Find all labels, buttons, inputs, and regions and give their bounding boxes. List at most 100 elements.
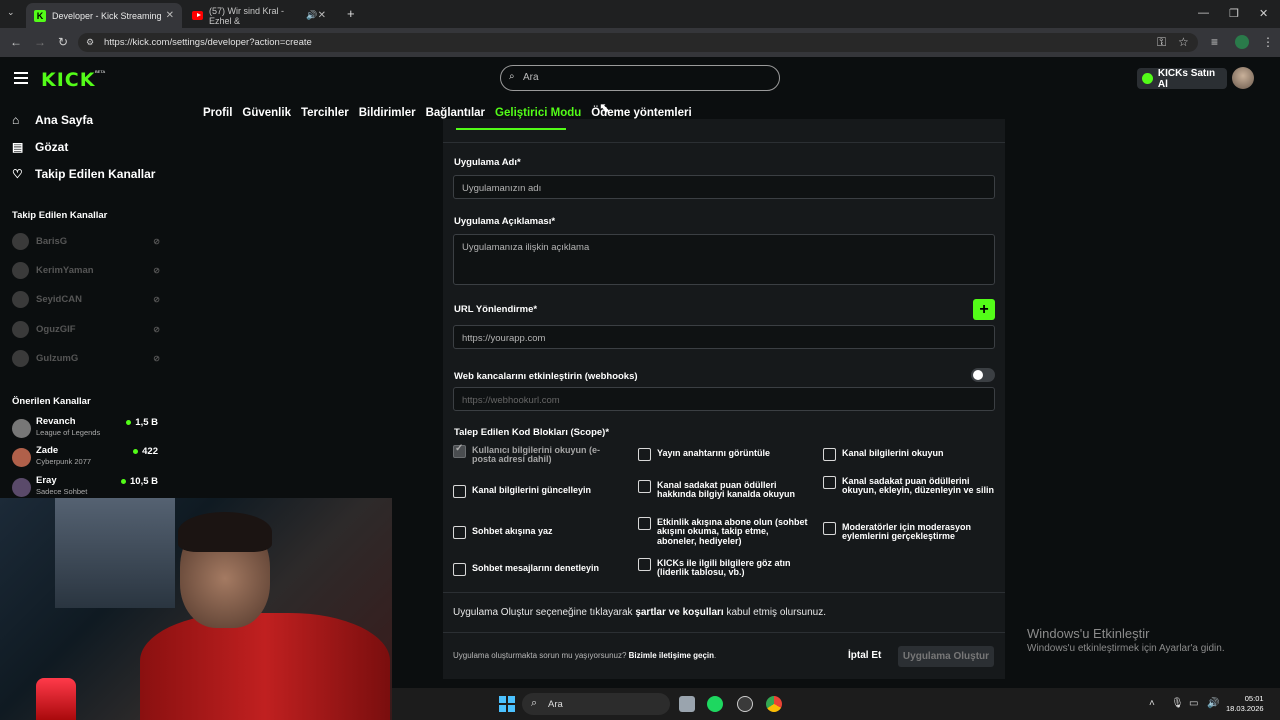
scope-checkbox[interactable]: [638, 448, 651, 461]
buy-kicks-button[interactable]: KICKs Satın Al: [1137, 67, 1227, 90]
menu-kebab-icon[interactable]: ⋮: [1262, 35, 1274, 49]
scope-checkbox[interactable]: [638, 480, 651, 493]
scope-checkbox[interactable]: [453, 444, 466, 458]
viewer-count: 1,5 B: [126, 417, 158, 428]
channel-name: Revanch: [36, 416, 76, 427]
scope-channel-read[interactable]: Kanal bilgilerini okuyun: [823, 448, 995, 461]
add-redirect-url-button[interactable]: +: [973, 299, 995, 320]
key-icon[interactable]: ⚿: [1157, 35, 1166, 50]
tab-connections[interactable]: Bağlantılar: [426, 107, 485, 119]
scope-checkbox[interactable]: [453, 526, 466, 539]
channel-name: Eray: [36, 475, 57, 486]
scope-stream-key[interactable]: Yayın anahtarını görüntüle: [638, 448, 808, 461]
search-placeholder: Ara: [523, 72, 539, 83]
volume-icon[interactable]: 🔊: [1207, 698, 1219, 709]
redirect-url-input[interactable]: https://yourapp.com: [453, 325, 995, 349]
channel-avatar: [12, 448, 31, 467]
recommended-channel[interactable]: Revanch League of Legends 1,5 B: [12, 416, 160, 442]
buy-kicks-label: KICKs Satın Al: [1157, 67, 1216, 90]
scope-checkbox[interactable]: [823, 476, 836, 489]
windows-start-icon[interactable]: [499, 696, 515, 712]
taskbar-clock[interactable]: 05:01 18.03.2026: [1226, 694, 1264, 714]
scope-chat-moderate[interactable]: Sohbet mesajlarını denetleyin: [453, 563, 623, 576]
tab-profile[interactable]: Profil: [203, 107, 232, 119]
reload-icon[interactable]: ↻: [58, 35, 68, 49]
scope-kicks-read[interactable]: KICKs ile ilgili bilgilere göz atın (lid…: [638, 558, 808, 578]
kick-logo[interactable]: KICK: [41, 69, 95, 91]
redirect-url-placeholder: https://yourapp.com: [462, 333, 546, 344]
scope-label: Sohbet akışına yaz: [472, 526, 553, 536]
scope-checkbox[interactable]: [453, 485, 466, 498]
scope-chat-write[interactable]: Sohbet akışına yaz: [453, 526, 623, 539]
followed-channel[interactable]: KerimYaman ⊘: [12, 261, 160, 279]
profile-icon[interactable]: [1235, 35, 1249, 49]
back-icon[interactable]: ←: [10, 35, 22, 49]
sidebar-item-browse[interactable]: ▤ Gözat: [12, 140, 68, 154]
mouse-cursor-icon: ⬉: [599, 100, 610, 115]
app-description-placeholder: Uygulamanıza ilişkin açıklama: [462, 242, 590, 253]
webhooks-label: Web kancalarını etkinleştirin (webhooks): [454, 371, 638, 382]
webhooks-toggle[interactable]: [971, 368, 995, 382]
scope-rewards-read[interactable]: Kanal sadakat puan ödülleri hakkında bil…: [638, 480, 808, 500]
chrome-icon[interactable]: [766, 696, 782, 712]
webhook-url-placeholder: https://webhookurl.com: [462, 395, 560, 406]
create-app-button[interactable]: Uygulama Oluştur: [898, 646, 994, 667]
scope-checkbox[interactable]: [823, 522, 836, 535]
tab-list-icon[interactable]: ≡: [1211, 35, 1218, 49]
scope-checkbox[interactable]: [638, 558, 651, 571]
tab-search-chevron-icon[interactable]: ⌄: [7, 7, 15, 18]
tray-chevron-icon[interactable]: ˄: [1149, 698, 1155, 709]
microphone-icon[interactable]: 🎙: [1171, 698, 1184, 709]
contact-link[interactable]: Bizimle iletişime geçin: [629, 651, 714, 660]
sidebar-item-following[interactable]: ♡ Takip Edilen Kanallar: [12, 167, 155, 181]
tab-close-icon[interactable]: ✕: [166, 10, 174, 21]
hamburger-menu-icon[interactable]: [14, 72, 28, 87]
app-name-label: Uygulama Adı*: [454, 157, 521, 168]
browser-tab-youtube[interactable]: (57) Wir sind Kral - Ezhel & 🔊 ✕: [184, 3, 334, 28]
tab-close-icon[interactable]: ✕: [318, 10, 326, 21]
followed-channel[interactable]: OguzGIF ⊘: [12, 320, 160, 338]
scope-moderation[interactable]: Moderatörler için moderasyon eylemlerini…: [823, 522, 995, 542]
browser-tab-kick[interactable]: K Developer - Kick Streaming ✕: [26, 3, 182, 28]
scope-checkbox[interactable]: [453, 563, 466, 576]
scope-user-read[interactable]: Kullanıcı bilgilerini okuyun (e-posta ad…: [453, 444, 623, 465]
avatar[interactable]: [1232, 67, 1254, 89]
channel-name: KerimYaman: [36, 264, 94, 276]
forward-icon[interactable]: →: [34, 35, 46, 49]
url-text[interactable]: https://kick.com/settings/developer?acti…: [104, 37, 312, 48]
followed-channel[interactable]: SeyidCAN ⊘: [12, 290, 160, 308]
scope-channel-write[interactable]: Kanal bilgilerini güncelleyin: [453, 485, 623, 498]
channel-avatar: [12, 419, 31, 438]
settings-tabs: Profil Güvenlik Tercihler Bildirimler Ba…: [203, 107, 692, 119]
tab-preferences[interactable]: Tercihler: [301, 107, 349, 119]
network-icon[interactable]: ▭: [1189, 698, 1198, 709]
channel-avatar: [12, 320, 29, 338]
app-name-input[interactable]: Uygulamanızın adı: [453, 175, 995, 199]
scope-checkbox[interactable]: [823, 448, 836, 461]
followed-channel[interactable]: GulzumG ⊘: [12, 349, 160, 367]
tab-notifications[interactable]: Bildirimler: [359, 107, 416, 119]
minimize-icon[interactable]: —: [1198, 7, 1209, 19]
taskbar-search[interactable]: [522, 693, 670, 715]
task-view-icon[interactable]: [679, 696, 695, 712]
tab-security[interactable]: Güvenlik: [242, 107, 291, 119]
followed-channel[interactable]: BarisG ⊘: [12, 232, 160, 250]
spotify-icon[interactable]: [707, 696, 723, 712]
app-icon[interactable]: [737, 696, 753, 712]
window-close-icon[interactable]: ✕: [1259, 7, 1268, 20]
site-info-icon[interactable]: ⚙: [86, 37, 94, 48]
search-input[interactable]: [500, 65, 780, 91]
scope-events-subscribe[interactable]: Etkinlik akışına abone olun (sohbet akış…: [638, 517, 808, 546]
recommended-channel[interactable]: Zade Cyberpunk 2077 422: [12, 445, 160, 471]
app-description-textarea[interactable]: Uygulamanıza ilişkin açıklama: [453, 234, 995, 285]
tab-developer[interactable]: Geliştirici Modu: [495, 107, 581, 119]
maximize-icon[interactable]: ❐: [1229, 7, 1239, 20]
cancel-button[interactable]: İptal Et: [848, 650, 881, 661]
bookmark-star-icon[interactable]: ☆: [1178, 35, 1189, 49]
sidebar-item-home[interactable]: ⌂ Ana Sayfa: [12, 113, 93, 127]
terms-link[interactable]: şartlar ve koşulları: [635, 607, 723, 618]
webhook-url-input[interactable]: https://webhookurl.com: [453, 387, 995, 411]
new-tab-button[interactable]: +: [347, 6, 355, 21]
scope-checkbox[interactable]: [638, 517, 651, 530]
scope-rewards-write[interactable]: Kanal sadakat puan ödüllerini okuyun, ek…: [823, 476, 995, 496]
